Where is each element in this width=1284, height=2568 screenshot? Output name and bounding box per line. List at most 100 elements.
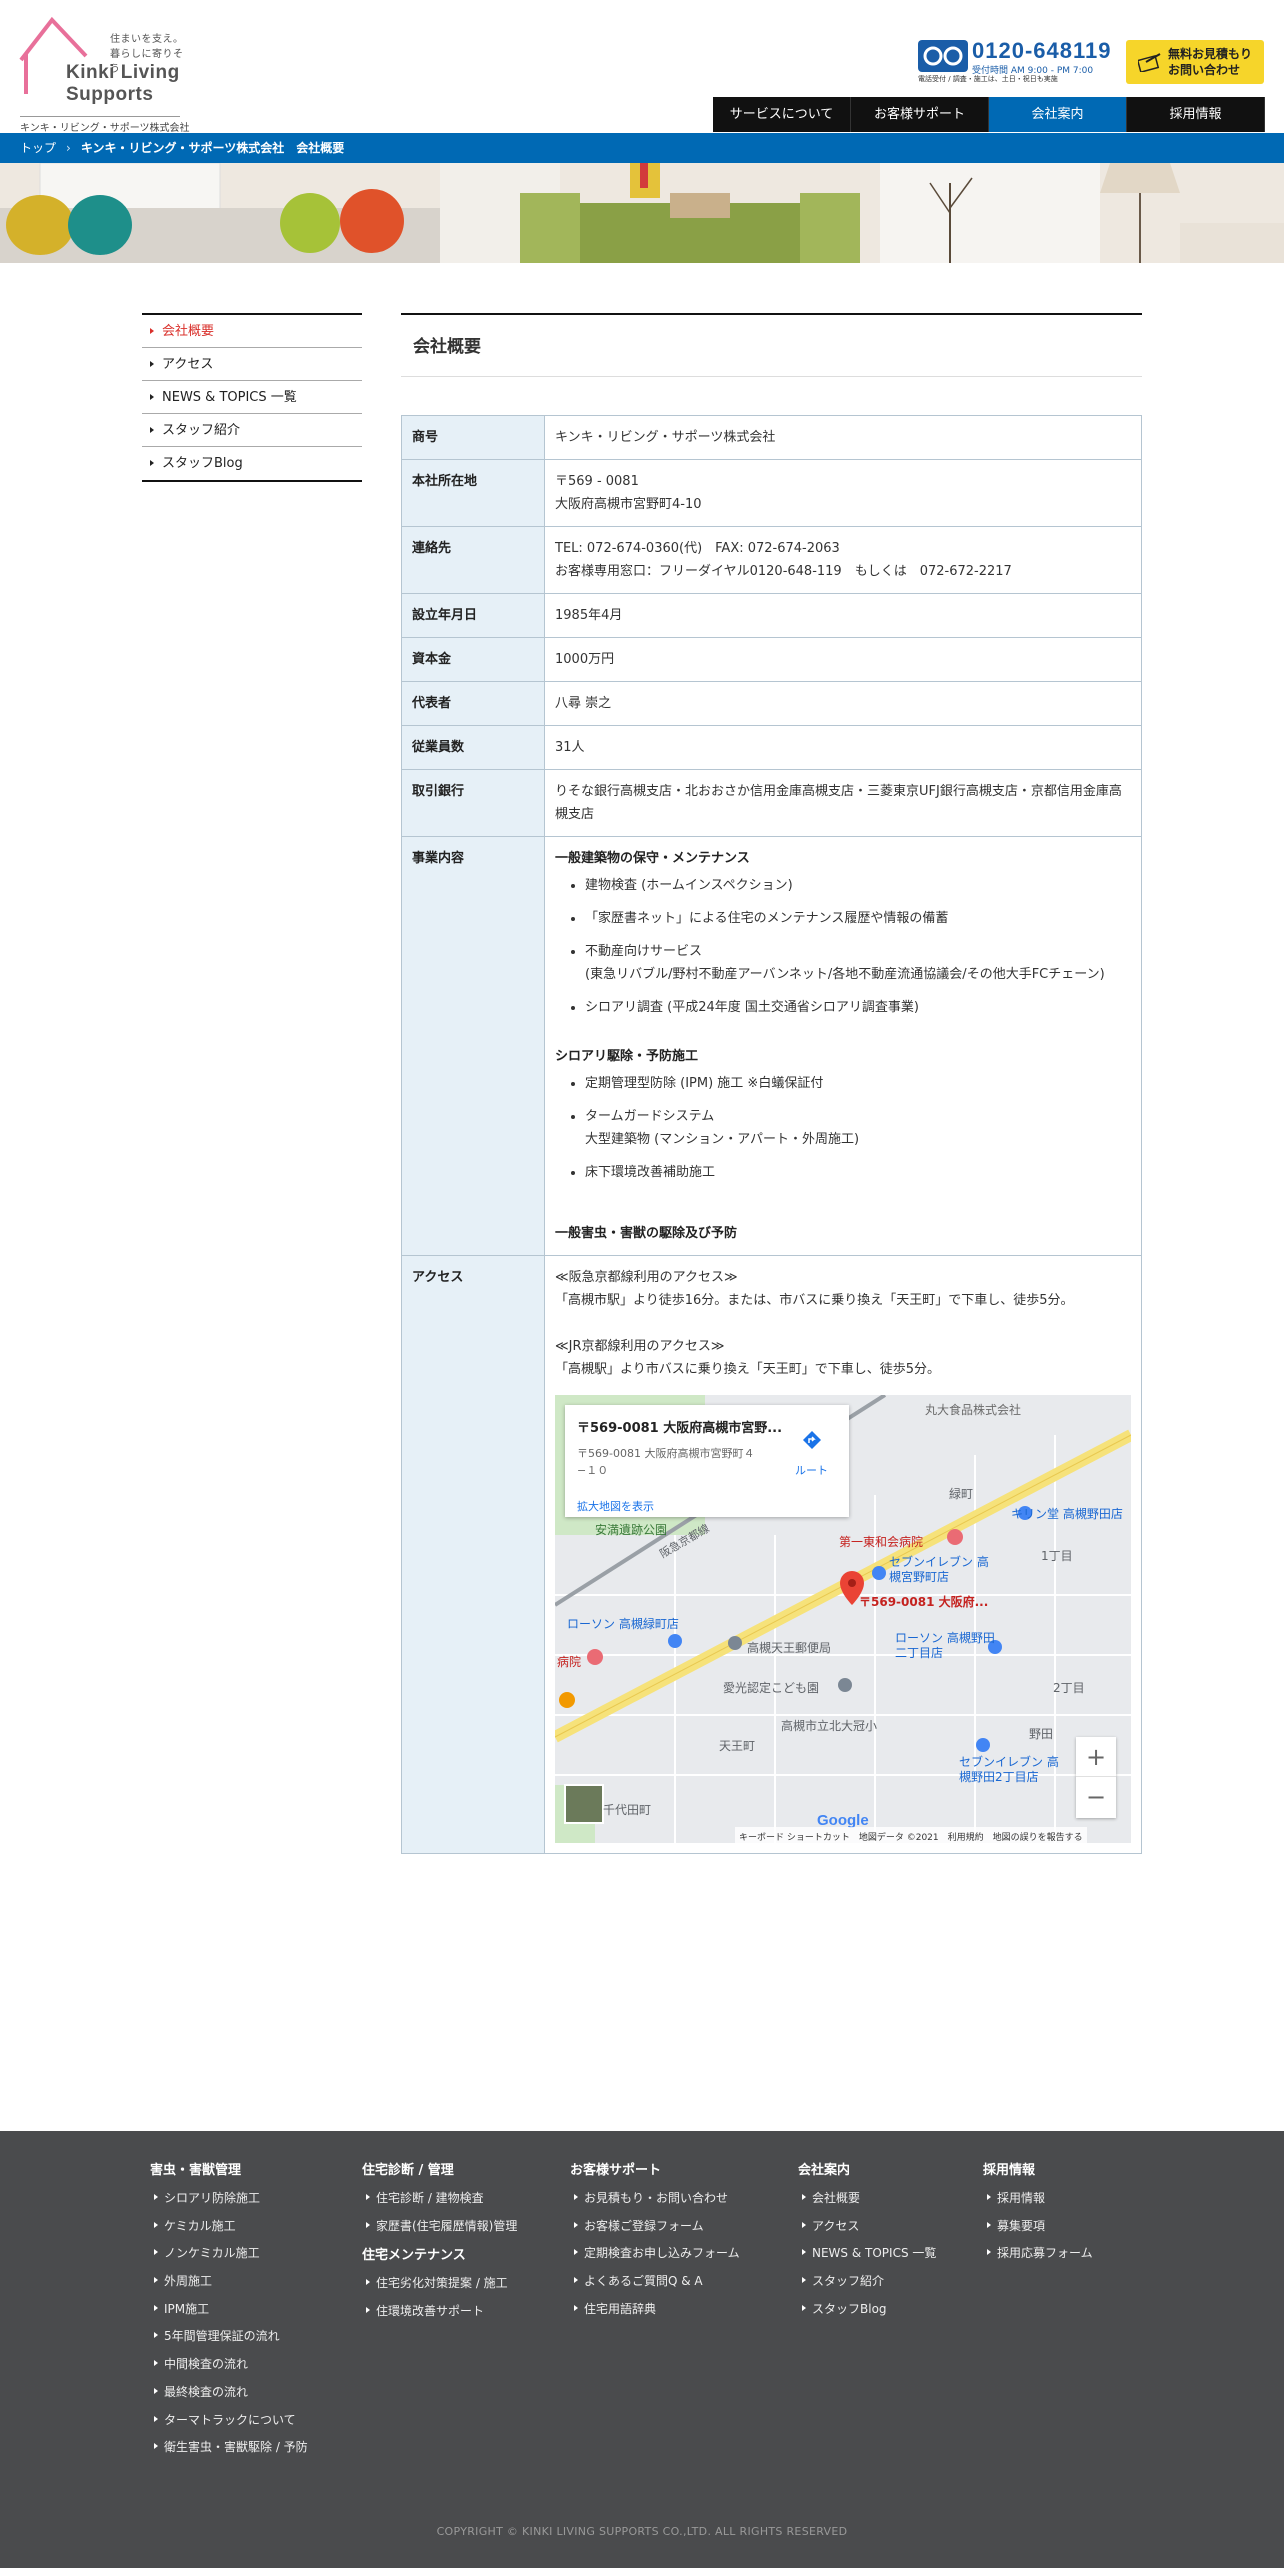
footer-link[interactable]: お客様ご登録フォーム xyxy=(570,2217,740,2245)
map-label: 第一東和会病院 xyxy=(839,1535,924,1549)
footer-link[interactable]: よくあるご質問Q & A xyxy=(570,2272,740,2300)
row-value: 31人 xyxy=(544,725,1142,770)
logo-divider xyxy=(20,116,180,117)
row-value: りそな銀行高槻支店・北おおさか信用金庫高槻支店・三菱東京UFJ銀行高槻支店・京都… xyxy=(544,769,1142,837)
footer-link[interactable]: スタッフ紹介 xyxy=(798,2272,936,2300)
nav-item-company[interactable]: 会社案内 xyxy=(989,97,1127,132)
footer-link[interactable]: IPM施工 xyxy=(150,2300,308,2328)
map-label: 安満遺跡公園 xyxy=(595,1523,668,1537)
footer-link[interactable]: 外周施工 xyxy=(150,2272,308,2300)
footer-link[interactable]: 中間検査の流れ xyxy=(150,2355,308,2383)
free-quote-button[interactable]: 無料お見積もり お問い合わせ xyxy=(1126,40,1264,84)
business-list: 建物検査 (ホームインスペクション) 「家歴書ネット」による住宅のメンテナンス履… xyxy=(585,874,1131,1019)
nav-item-recruit[interactable]: 採用情報 xyxy=(1127,97,1265,132)
footer-link[interactable]: ターマトラックについて xyxy=(150,2411,308,2439)
table-row: アクセス ≪阪急京都線利用のアクセス≫ 「高槻市駅」より徒歩16分。または、市バ… xyxy=(401,1255,1142,1854)
map-route-button[interactable]: ルート xyxy=(795,1429,828,1482)
list-item-text: 建物検査 (ホームインスペクション) xyxy=(585,878,793,893)
value-line: キンキ・リビング・サポーツ株式会社 xyxy=(555,430,776,445)
sidebar-item-staff[interactable]: スタッフ紹介 xyxy=(142,414,362,447)
table-row: 事業内容 一般建築物の保守・メンテナンス 建物検査 (ホームインスペクション) … xyxy=(401,836,1142,1256)
row-label: 商号 xyxy=(401,415,545,460)
map-enlarge-link[interactable]: 拡大地図を表示 xyxy=(577,1495,654,1518)
list-item-subtext: (東急リバブル/野村不動産アーバンネット/各地不動産流通協議会/その他大手FCチ… xyxy=(585,967,1105,982)
map-label: 野田 xyxy=(1029,1727,1054,1741)
footer-link[interactable]: 5年間管理保証の流れ xyxy=(150,2327,308,2355)
sidebar-item-news[interactable]: NEWS & TOPICS 一覧 xyxy=(142,381,362,414)
map-label: 愛光認定こども園 xyxy=(723,1681,820,1695)
footer-link[interactable]: 住宅劣化対策提案 / 施工 xyxy=(362,2274,517,2302)
nav-item-services[interactable]: サービスについて xyxy=(713,97,851,132)
breadcrumb-current: キンキ・リビング・サポーツ株式会社 会社概要 xyxy=(80,141,345,155)
main-content: 会社概要 商号 キンキ・リビング・サポーツ株式会社 本社所在地 〒569 - 0… xyxy=(401,313,1142,1854)
phone-contact[interactable]: 0120-648119 受付時間 AM 9:00 - PM 7:00 電話受付 … xyxy=(918,38,1110,84)
footer-link[interactable]: ノンケミカル施工 xyxy=(150,2244,308,2272)
site-footer: 害虫・害獣管理 シロアリ防除施工 ケミカル施工 ノンケミカル施工 外周施工 IP… xyxy=(0,2131,1284,2568)
table-row: 代表者 八尋 崇之 xyxy=(401,681,1142,726)
map-label: 1丁目 xyxy=(1041,1549,1073,1563)
value-line: 大阪府高槻市宮野町4-10 xyxy=(555,497,702,512)
breadcrumb-home[interactable]: トップ xyxy=(20,141,56,155)
list-item: 「家歴書ネット」による住宅のメンテナンス履歴や情報の備蓄 xyxy=(585,907,1131,930)
row-value: 1000万円 xyxy=(544,637,1142,682)
map-zoom-in-button[interactable]: + xyxy=(1076,1737,1116,1777)
footer-link[interactable]: ケミカル施工 xyxy=(150,2217,308,2245)
footer-heading: 採用情報 xyxy=(983,2163,1036,2178)
list-item-text: シロアリ調査 (平成24年度 国土交通省シロアリ調査事業) xyxy=(585,1000,919,1015)
footer-link[interactable]: シロアリ防除施工 xyxy=(150,2189,308,2217)
list-item-text: 不動産向けサービス xyxy=(585,944,703,959)
sidebar-item-company-overview[interactable]: 会社概要 xyxy=(142,315,362,348)
nav-item-support[interactable]: お客様サポート xyxy=(851,97,989,132)
map-zoom-out-button[interactable]: − xyxy=(1076,1777,1116,1817)
google-map[interactable]: 丸大食品株式会社 安満遺跡公園 第一東和会病院 セブンイレブン 高槻宮野町店 キ… xyxy=(555,1395,1131,1843)
footer-link[interactable]: スタッフBlog xyxy=(798,2300,936,2328)
row-label: 代表者 xyxy=(401,681,545,726)
footer-link[interactable]: 衛生害虫・害獣駆除 / 予防 xyxy=(150,2438,308,2466)
logo-company-name: キンキ・リビング・サポーツ株式会社 xyxy=(20,123,190,134)
map-pin-label: 〒569-0081 大阪府... xyxy=(859,1595,989,1609)
table-row: 資本金 1000万円 xyxy=(401,637,1142,682)
map-attribution[interactable]: キーボード ショートカット 地図データ ©2021 利用規約 地図の誤りを報告す… xyxy=(735,1827,1087,1843)
footer-link[interactable]: 募集要項 xyxy=(983,2217,1093,2245)
map-label: ローソン 高槻緑町店 xyxy=(567,1617,679,1631)
footer-link[interactable]: 会社概要 xyxy=(798,2189,936,2217)
copyright: COPYRIGHT © KINKI LIVING SUPPORTS CO.,LT… xyxy=(436,2525,848,2538)
row-label: 設立年月日 xyxy=(401,593,545,638)
footer-link[interactable]: 住宅診断 / 建物検査 xyxy=(362,2189,517,2217)
map-label: 天王町 xyxy=(719,1739,756,1753)
row-label: 連絡先 xyxy=(401,526,545,594)
footer-link[interactable]: 採用応募フォーム xyxy=(983,2244,1093,2272)
map-card-title: 〒569-0081 大阪府高槻市宮野... xyxy=(577,1421,783,1436)
pencil-note-icon xyxy=(1138,53,1161,72)
row-label: 従業員数 xyxy=(401,725,545,770)
map-label: 丸大食品株式会社 xyxy=(925,1403,1022,1417)
footer-link[interactable]: お見積もり・お問い合わせ xyxy=(570,2189,740,2217)
list-item: タームガードシステム大型建築物 (マンション・アパート・外周施工) xyxy=(585,1105,1131,1151)
value-line: 31人 xyxy=(555,740,585,755)
global-nav: サービスについて お客様サポート 会社案内 採用情報 xyxy=(713,97,1265,132)
map-info-card: 〒569-0081 大阪府高槻市宮野... 〒569-0081 大阪府高槻市宮野… xyxy=(565,1405,849,1517)
value-line: 八尋 崇之 xyxy=(555,696,612,711)
footer-link[interactable]: 住環境改善サポート xyxy=(362,2302,517,2330)
footer-heading: 害虫・害獣管理 xyxy=(150,2163,242,2178)
footer-link[interactable]: アクセス xyxy=(798,2217,936,2245)
sidebar-item-staff-blog[interactable]: スタッフBlog xyxy=(142,447,362,480)
table-row: 取引銀行 りそな銀行高槻支店・北おおさか信用金庫高槻支店・三菱東京UFJ銀行高槻… xyxy=(401,769,1142,837)
footer-link[interactable]: 最終検査の流れ xyxy=(150,2383,308,2411)
logo-wordmark: Kinki Living Supports xyxy=(66,62,180,105)
site-logo[interactable]: 住まいを支え。 暮らしに寄りそう Kinki Living Supports キ… xyxy=(18,16,190,134)
footer-link[interactable]: NEWS & TOPICS 一覧 xyxy=(798,2244,936,2272)
company-info-table: 商号 キンキ・リビング・サポーツ株式会社 本社所在地 〒569 - 0081 大阪… xyxy=(401,415,1142,1854)
footer-link[interactable]: 採用情報 xyxy=(983,2189,1093,2217)
business-section-title: 一般害虫・害獣の駆除及び予防 xyxy=(555,1226,738,1241)
footer-link[interactable]: 定期検査お申し込みフォーム xyxy=(570,2244,740,2272)
footer-link[interactable]: 家歴書(住宅履歴情報)管理 xyxy=(362,2217,517,2245)
sidebar-item-access[interactable]: アクセス xyxy=(142,348,362,381)
table-row: 設立年月日 1985年4月 xyxy=(401,593,1142,638)
footer-link[interactable]: 住宅用語辞典 xyxy=(570,2300,740,2328)
list-item: 定期管理型防除 (IPM) 施工 ※白蟻保証付 xyxy=(585,1072,1131,1095)
table-row: 連絡先 TEL: 072-674-0360(代) FAX: 072-674-20… xyxy=(401,526,1142,594)
footer-column-diagnosis: 住宅診断 / 管理 住宅診断 / 建物検査 家歴書(住宅履歴情報)管理 住宅メン… xyxy=(362,2159,517,2330)
table-row: 従業員数 31人 xyxy=(401,725,1142,770)
access-details: ≪阪急京都線利用のアクセス≫ 「高槻市駅」より徒歩16分。または、市バスに乗り換… xyxy=(544,1255,1142,1854)
